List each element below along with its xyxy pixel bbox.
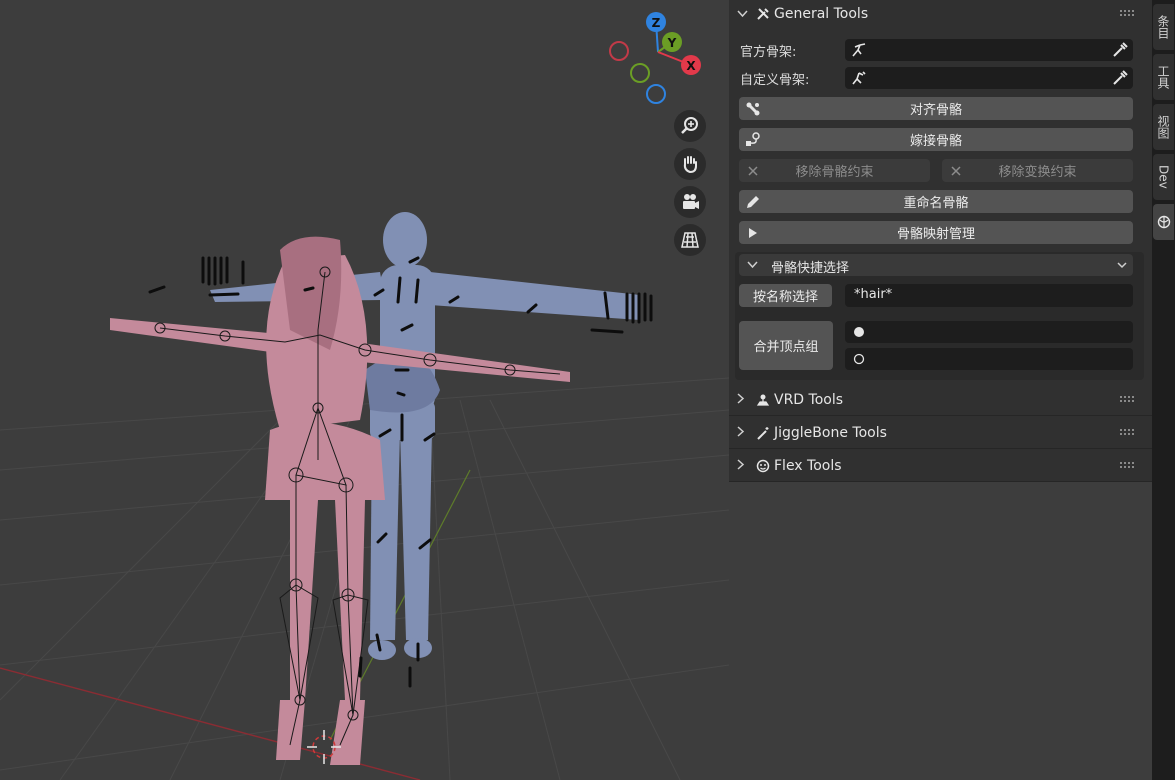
rename-bones-label: 重命名骨骼 xyxy=(903,196,969,211)
bone-icon xyxy=(744,100,761,117)
chevron-down-icon xyxy=(747,261,758,269)
perspective-toggle-button[interactable] xyxy=(674,224,706,256)
quick-select-header[interactable]: 骨骼快捷选择 xyxy=(739,254,1133,276)
merge-vertex-groups-label: 合并顶点组 xyxy=(753,340,819,355)
select-by-name-button[interactable]: 按名称选择 xyxy=(739,284,832,307)
camera-view-button[interactable] xyxy=(674,186,706,218)
camera-icon xyxy=(683,194,699,209)
drag-handle-icon[interactable] xyxy=(1120,462,1136,470)
remove-bone-constraints-button[interactable]: 移除骨骼约束 xyxy=(739,159,930,182)
hollow-circle-icon xyxy=(853,353,865,365)
filled-circle-icon xyxy=(854,327,864,337)
zoom-button[interactable] xyxy=(674,110,706,142)
official-rig-label: 官方骨架: xyxy=(740,45,797,60)
zoom-icon xyxy=(681,117,698,134)
tab-addon[interactable] xyxy=(1153,204,1174,240)
vrd-icon xyxy=(756,393,770,407)
gizmo-z-label: Z xyxy=(652,16,661,30)
tab-view[interactable]: 视图 xyxy=(1153,104,1174,150)
graft-bones-button[interactable]: 嫁接骨骼 xyxy=(739,128,1133,151)
pan-button[interactable] xyxy=(674,148,706,180)
remove-transform-constraints-button[interactable]: 移除变换约束 xyxy=(942,159,1133,182)
bone-mapping-button[interactable]: 骨骼映射管理 xyxy=(739,221,1133,244)
tab-dev-label: Dev xyxy=(1156,165,1171,189)
align-bones-button[interactable]: 对齐骨骼 xyxy=(739,97,1133,120)
chevron-right-icon xyxy=(737,393,749,407)
flex-tools-header[interactable]: Flex Tools xyxy=(729,452,1152,480)
bone-mapping-label: 骨骼映射管理 xyxy=(896,227,975,242)
sidebar-tab-strip: 条目 工具 视图 Dev xyxy=(1152,0,1175,780)
name-pattern-value: *hair* xyxy=(854,287,893,302)
custom-rig-field[interactable] xyxy=(845,67,1133,89)
gizmo-x-label: X xyxy=(686,59,696,73)
jigglebone-tools-header[interactable]: JiggleBone Tools xyxy=(729,419,1152,447)
rename-bones-button[interactable]: 重命名骨骼 xyxy=(739,190,1133,213)
panel-empty-area xyxy=(729,482,1152,780)
tab-tool[interactable]: 工具 xyxy=(1153,54,1174,100)
gizmo-y-label: Y xyxy=(667,36,677,50)
general-tools-header[interactable]: General Tools xyxy=(729,0,1152,28)
general-tools-title: General Tools xyxy=(774,6,869,22)
grid-icon xyxy=(681,232,699,248)
x-icon xyxy=(744,162,761,179)
drag-handle-icon[interactable] xyxy=(1120,10,1136,18)
vrd-tools-header[interactable]: VRD Tools xyxy=(729,386,1152,414)
jigglebone-tools-title: JiggleBone Tools xyxy=(774,425,887,441)
vertex-group-target-field[interactable] xyxy=(845,348,1133,370)
merge-vertex-groups-button[interactable]: 合并顶点组 xyxy=(739,321,833,370)
remove-transform-constraints-label: 移除变换约束 xyxy=(998,165,1077,180)
vrd-tools-title: VRD Tools xyxy=(774,392,844,408)
pencil-icon xyxy=(744,193,761,210)
divider xyxy=(729,448,1152,449)
orientation-gizmo: Z Y X xyxy=(609,12,701,104)
eyedropper-icon[interactable] xyxy=(1112,42,1128,58)
chevron-right-icon xyxy=(737,459,749,473)
custom-rig-label: 自定义骨架: xyxy=(740,73,810,88)
chevron-right-icon xyxy=(737,426,749,440)
tools-icon xyxy=(756,7,770,21)
dropdown-chevron-icon xyxy=(1117,262,1127,269)
vertex-group-source-field[interactable] xyxy=(845,321,1133,343)
hand-icon xyxy=(683,156,697,174)
play-icon xyxy=(744,224,761,241)
tab-tool-label: 工具 xyxy=(1156,65,1170,89)
armature-icon xyxy=(852,71,866,85)
magic-wand-icon xyxy=(756,426,770,440)
official-rig-field[interactable] xyxy=(845,39,1133,61)
drag-handle-icon[interactable] xyxy=(1120,429,1136,437)
sidebar-panel: General Tools 官方骨架: 自定义骨架: 对齐骨骼 嫁接骨骼 移除骨… xyxy=(729,0,1152,780)
quick-select-title: 骨骼快捷选择 xyxy=(771,261,850,276)
scene-canvas: Z Y X xyxy=(0,12,729,780)
name-pattern-input[interactable]: *hair* xyxy=(845,284,1133,307)
x-icon xyxy=(947,162,964,179)
monkey-face-icon xyxy=(756,459,770,473)
tab-view-label: 视图 xyxy=(1156,115,1170,139)
eyedropper-icon[interactable] xyxy=(1112,70,1128,86)
select-by-name-label: 按名称选择 xyxy=(752,290,818,305)
remove-bone-constraints-label: 移除骨骼约束 xyxy=(795,165,874,180)
tab-dev[interactable]: Dev xyxy=(1153,154,1174,200)
flex-tools-title: Flex Tools xyxy=(774,458,842,474)
graft-icon xyxy=(744,131,761,148)
drag-handle-icon[interactable] xyxy=(1120,396,1136,404)
tab-item-label: 条目 xyxy=(1156,15,1170,39)
chevron-down-icon xyxy=(737,8,749,21)
tab-item[interactable]: 条目 xyxy=(1153,4,1174,50)
addon-icon xyxy=(1157,215,1170,229)
align-bones-label: 对齐骨骼 xyxy=(909,103,962,118)
divider xyxy=(729,415,1152,416)
graft-bones-label: 嫁接骨骼 xyxy=(909,134,962,149)
armature-icon xyxy=(852,43,866,57)
